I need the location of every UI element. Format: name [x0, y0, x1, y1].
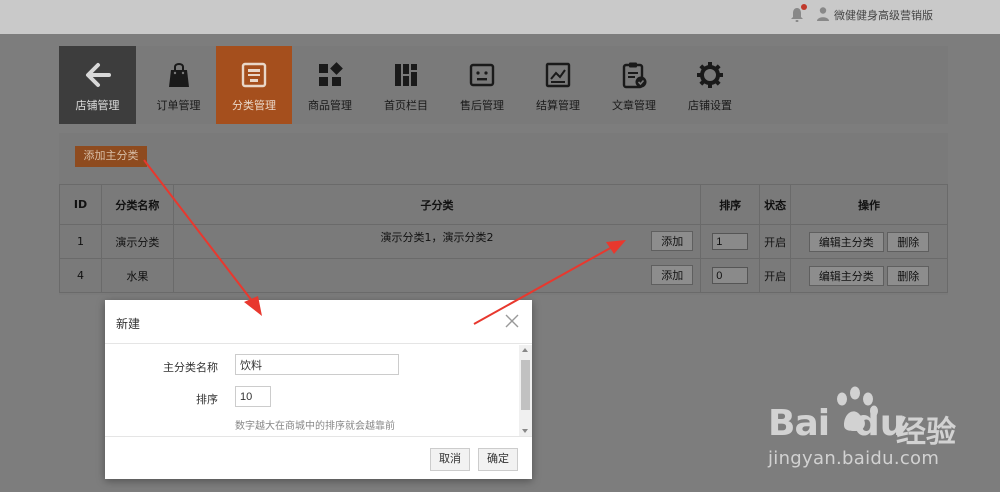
- gear-icon: [697, 62, 723, 88]
- columns-icon: [395, 64, 417, 86]
- sort-label: 排序: [196, 393, 218, 406]
- col-status: 状态: [759, 184, 792, 225]
- dialog-scrollbar[interactable]: [519, 345, 532, 436]
- row-name: 演示分类: [100, 224, 174, 259]
- scroll-thumb[interactable]: [521, 360, 530, 410]
- row-status: 开启: [759, 224, 792, 259]
- nav-item-settlement[interactable]: 结算管理: [520, 46, 596, 124]
- nav-item-store-manage[interactable]: 店铺管理: [59, 46, 136, 124]
- category-name-input[interactable]: [235, 354, 399, 375]
- nav-item-label: 店铺设置: [688, 99, 732, 112]
- col-actions: 操作: [790, 184, 948, 225]
- delete-button[interactable]: 删除: [887, 231, 930, 252]
- close-icon[interactable]: [504, 313, 520, 329]
- row-sort: [700, 258, 761, 293]
- dialog-body: 主分类名称 排序 数字越大在商城中的排序就会越靠前: [105, 345, 532, 436]
- col-id: ID: [59, 184, 102, 225]
- row-actions: 编辑主分类 删除: [790, 224, 948, 259]
- scroll-up-icon[interactable]: [522, 348, 528, 352]
- category-name-label: 主分类名称: [163, 361, 218, 374]
- sort-input[interactable]: [712, 267, 749, 284]
- new-category-dialog: 新建 主分类名称 排序 数字越大在商城中的排序就会越靠前 取消 确定: [105, 300, 532, 479]
- nav-item-label: 结算管理: [536, 99, 580, 112]
- notification-dot: [801, 4, 807, 10]
- service-icon: [469, 63, 495, 87]
- nav-item-categories[interactable]: 分类管理: [216, 46, 292, 124]
- row-sort: [700, 224, 761, 259]
- nav-item-label: 商品管理: [308, 99, 352, 112]
- chart-icon: [545, 62, 571, 88]
- nav-item-label: 分类管理: [232, 99, 276, 112]
- user-icon[interactable]: [816, 6, 830, 22]
- nav-item-orders[interactable]: 订单管理: [141, 46, 216, 124]
- edit-main-category-button[interactable]: 编辑主分类: [808, 231, 884, 252]
- row-subcategories: 演示分类1，演示分类2 添加: [172, 224, 702, 259]
- row-status: 开启: [759, 258, 792, 293]
- table-header-row: ID 分类名称 子分类 排序 状态 操作: [59, 184, 948, 225]
- sort-field[interactable]: [235, 386, 271, 407]
- nav-item-after-sales[interactable]: 售后管理: [444, 46, 520, 124]
- row-name: 水果: [100, 258, 174, 293]
- row-id: 1: [59, 224, 102, 259]
- nav-item-label: 文章管理: [612, 99, 656, 112]
- add-main-category-button[interactable]: 添加主分类: [75, 146, 147, 167]
- grid-icon: [319, 62, 343, 86]
- col-subcategories: 子分类: [172, 184, 702, 225]
- nav-item-articles[interactable]: 文章管理: [596, 46, 672, 124]
- col-name: 分类名称: [100, 184, 174, 225]
- nav-item-label: 首页栏目: [384, 99, 428, 112]
- col-sort: 排序: [700, 184, 761, 225]
- nav-item-label: 售后管理: [460, 99, 504, 112]
- table-row: 4 水果 添加 开启 编辑主分类 删除: [59, 258, 948, 293]
- edit-main-category-button[interactable]: 编辑主分类: [808, 265, 884, 286]
- dialog-title: 新建: [116, 317, 141, 331]
- watermark-brand: Bai: [768, 403, 830, 444]
- add-subcategory-button[interactable]: 添加: [651, 231, 694, 251]
- sort-input[interactable]: [712, 233, 749, 250]
- nav-item-label: 订单管理: [156, 99, 201, 112]
- row-actions: 编辑主分类 删除: [790, 258, 948, 293]
- delete-button[interactable]: 删除: [887, 265, 930, 286]
- nav-item-home-columns[interactable]: 首页栏目: [368, 46, 444, 124]
- nav-item-label: 店铺管理: [75, 99, 120, 112]
- sort-hint: 数字越大在商城中的排序就会越靠前: [235, 421, 395, 432]
- dialog-header: 新建: [105, 300, 532, 344]
- clipboard-check-icon: [622, 62, 647, 89]
- arrow-left-icon: [85, 63, 111, 87]
- row-id: 4: [59, 258, 102, 293]
- nav-item-store-settings[interactable]: 店铺设置: [672, 46, 748, 124]
- main-nav: 店铺管理 订单管理 分类管理 商品管理 首页栏目 售后管理 结算管理 文章管理 …: [59, 46, 948, 124]
- add-subcategory-button[interactable]: 添加: [651, 265, 694, 285]
- cancel-button[interactable]: 取消: [430, 448, 470, 471]
- dialog-footer: 取消 确定: [105, 436, 532, 479]
- row-subcategories: 添加: [172, 258, 702, 293]
- watermark-url: jingyan.baidu.com: [768, 448, 940, 469]
- category-table: ID 分类名称 子分类 排序 状态 操作 1 演示分类 演示分类1，演示分类2 …: [59, 184, 948, 293]
- watermark-brand-cn: 经验: [896, 415, 956, 450]
- table-row: 1 演示分类 演示分类1，演示分类2 添加 开启 编辑主分类 删除: [59, 224, 948, 259]
- nav-item-products[interactable]: 商品管理: [292, 46, 368, 124]
- shopping-bag-icon: [168, 63, 189, 87]
- user-name[interactable]: 微健健身高级营销版: [834, 7, 933, 23]
- confirm-button[interactable]: 确定: [478, 448, 518, 471]
- baidu-watermark: Bai du 经验 jingyan.baidu.com: [768, 385, 996, 480]
- scroll-down-icon[interactable]: [522, 429, 528, 433]
- category-icon: [241, 62, 267, 88]
- subcategory-list: 演示分类1，演示分类2: [380, 231, 494, 244]
